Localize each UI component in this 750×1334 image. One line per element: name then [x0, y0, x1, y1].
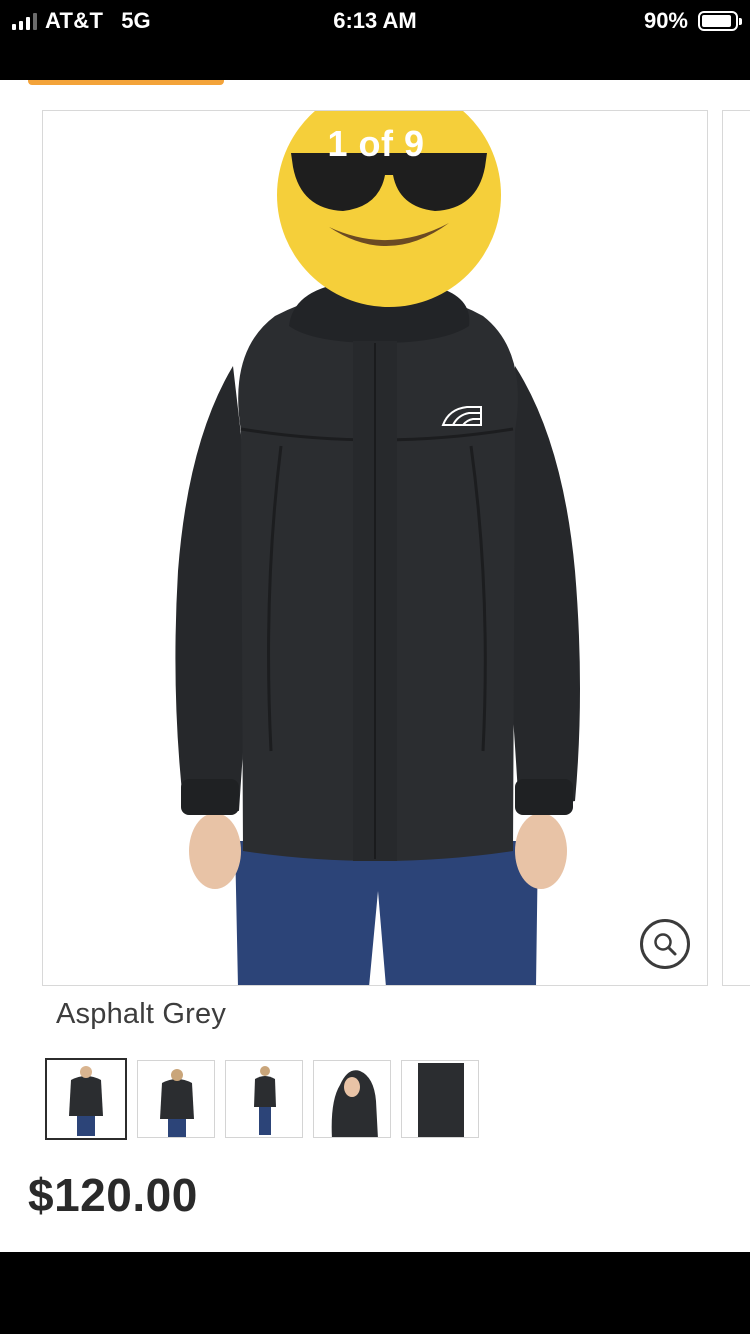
product-price: $120.00	[28, 1169, 198, 1221]
thumbnail-5[interactable]	[401, 1060, 479, 1138]
product-main-image[interactable]: 1 of 9	[42, 110, 708, 986]
thumbnail-4[interactable]	[313, 1060, 391, 1138]
tab-indicator	[28, 80, 224, 85]
zoom-button[interactable]	[640, 919, 690, 969]
battery-icon	[698, 11, 742, 31]
next-image-peek[interactable]	[722, 110, 750, 986]
status-bar: AT&T 5G 6:13 AM 90%	[0, 0, 750, 80]
magnifier-icon	[654, 933, 677, 956]
thumbnail-3[interactable]	[225, 1060, 303, 1138]
color-name: Asphalt Grey	[56, 998, 227, 1030]
jacket-photo	[175, 111, 580, 985]
bottom-bar	[0, 1252, 750, 1334]
image-counter: 1 of 9	[327, 123, 425, 164]
thumbnail-strip	[45, 1058, 479, 1140]
product-page: 1 of 9 Asphalt Grey $120.00	[0, 80, 750, 1252]
thumbnail-1[interactable]	[45, 1058, 127, 1140]
thumbnail-2[interactable]	[137, 1060, 215, 1138]
clock: 6:13 AM	[333, 8, 417, 33]
battery-percent: 90%	[643, 8, 688, 33]
